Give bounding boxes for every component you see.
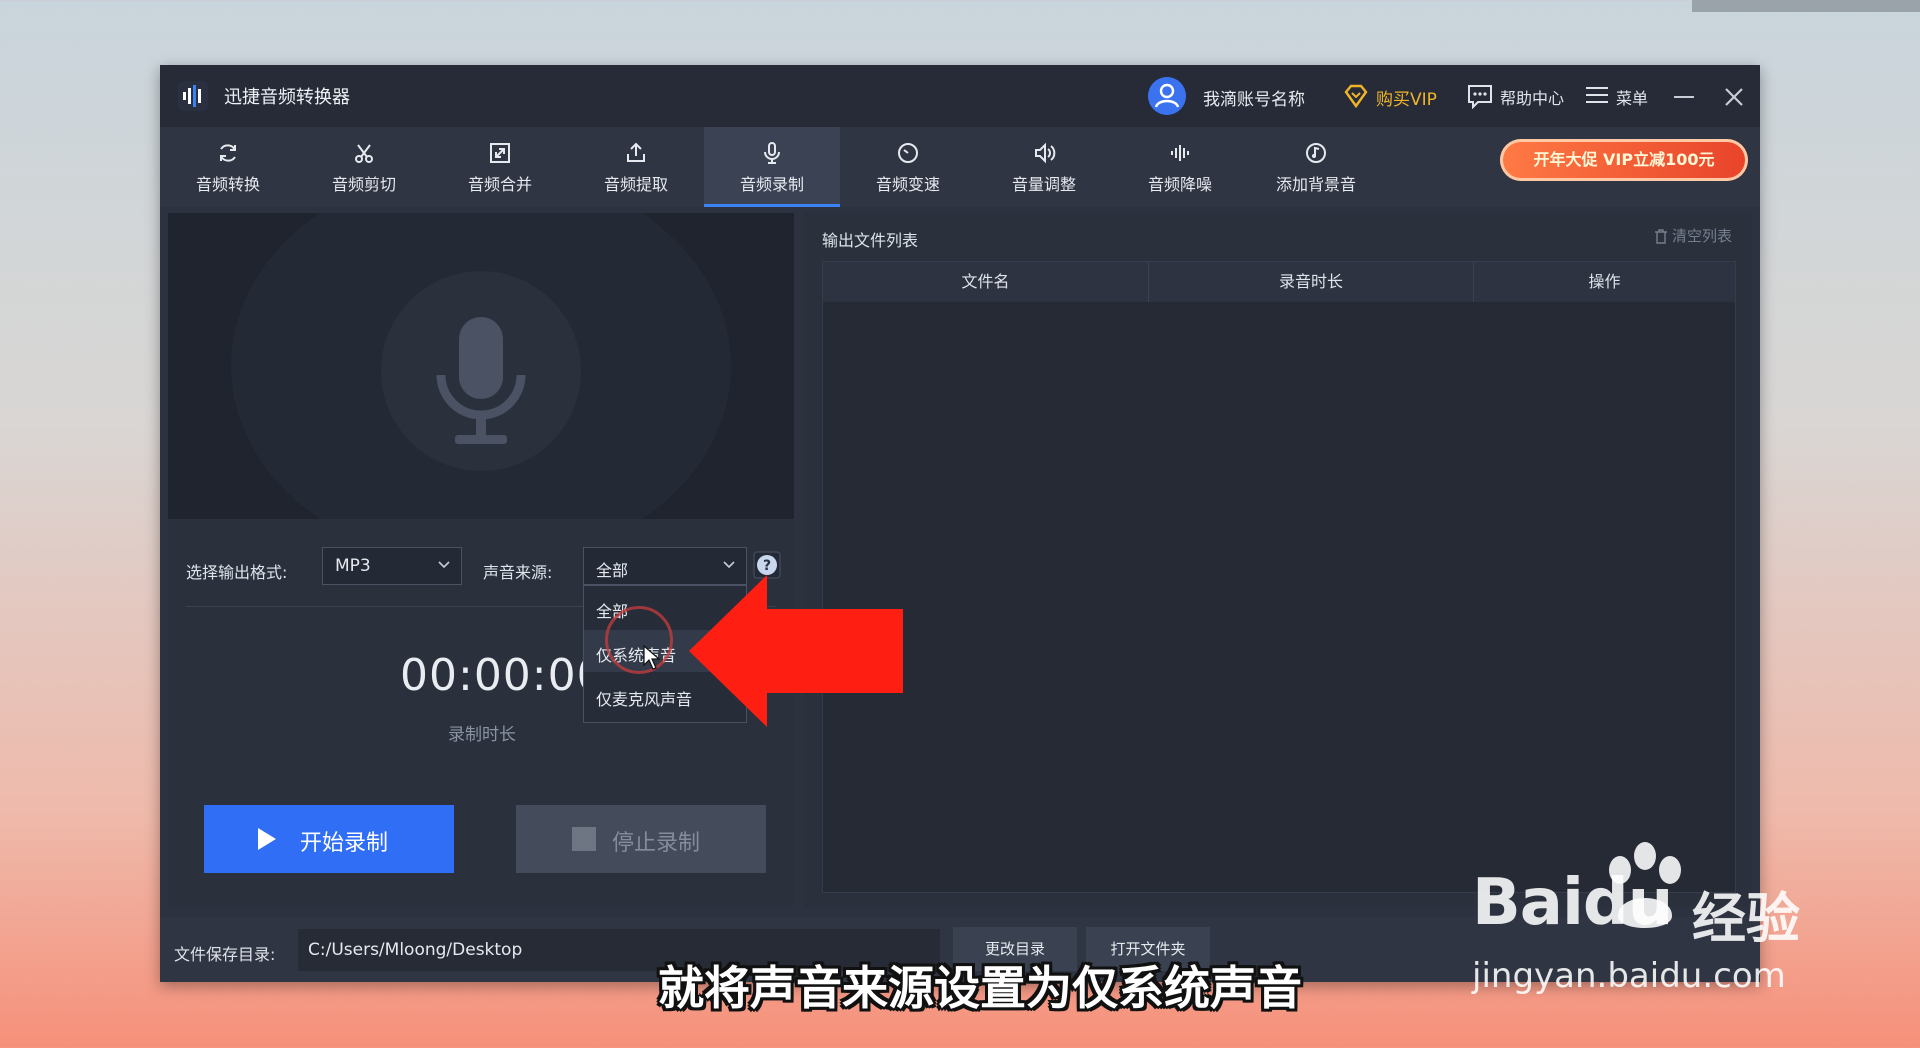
tab-label: 音频提取	[603, 175, 668, 194]
svg-text:?: ?	[763, 558, 771, 574]
menu-icon[interactable]	[1586, 85, 1608, 105]
baidu-watermark: Baidu 经验 jingyan.baidu.com	[1472, 840, 1832, 1016]
tab-audio-record[interactable]: 音频录制	[704, 127, 840, 207]
buy-vip-link[interactable]: 购买VIP	[1376, 85, 1437, 110]
scissors-icon	[355, 144, 373, 163]
output-list-title: 输出文件列表	[822, 231, 919, 250]
tab-label: 音频变速	[875, 175, 940, 194]
tab-label: 音频转换	[195, 175, 260, 194]
tab-label: 音频降噪	[1147, 175, 1212, 194]
close-icon[interactable]	[1720, 83, 1748, 111]
play-icon	[258, 828, 276, 850]
stop-icon	[572, 827, 596, 851]
chevron-down-icon	[723, 561, 735, 569]
promo-banner[interactable]: 开年大促 VIP立减100元	[1500, 139, 1748, 181]
record-timer-label: 录制时长	[448, 725, 516, 745]
tab-label: 音频剪切	[331, 175, 396, 194]
watermark-brand: Baidu	[1472, 866, 1673, 940]
tab-audio-merge[interactable]: 音频合并	[432, 127, 568, 207]
large-microphone-icon	[436, 317, 526, 444]
output-format-value: MP3	[335, 556, 371, 576]
microphone-icon	[764, 142, 780, 164]
option-label: 仅麦克风声音	[596, 690, 693, 709]
title-bar: 迅捷音频转换器 我滴账号名称 购买VIP 帮助中心 菜单	[160, 65, 1760, 127]
tab-volume-adjust[interactable]: 音量调整	[976, 127, 1112, 207]
record-timer: 00:00:00	[400, 650, 606, 701]
start-record-label: 开始录制	[300, 831, 389, 856]
waveform-icon	[1171, 145, 1189, 161]
column-actions: 操作	[1588, 272, 1621, 291]
red-arrow-icon	[689, 575, 903, 727]
help-center-link[interactable]: 帮助中心	[1500, 85, 1564, 109]
output-format-select[interactable]: MP3	[322, 547, 462, 585]
trash-icon	[1654, 229, 1667, 244]
vip-diamond-icon[interactable]	[1342, 82, 1370, 110]
sound-source-value: 全部	[596, 561, 629, 580]
tab-audio-convert[interactable]: 音频转换	[160, 127, 296, 207]
watermark-cn: 经验	[1692, 887, 1800, 950]
chevron-down-icon	[438, 561, 450, 569]
output-panel: 输出文件列表 清空列表 文件名 录音时长 操作	[804, 213, 1752, 907]
start-record-button[interactable]: 开始录制	[204, 805, 454, 873]
tab-label: 音频合并	[467, 175, 532, 194]
tab-audio-extract[interactable]: 音频提取	[568, 127, 704, 207]
mic-visual-area	[168, 213, 794, 519]
output-format-label: 选择输出格式:	[186, 563, 288, 582]
speed-icon	[898, 143, 918, 163]
column-filename: 文件名	[823, 262, 1149, 302]
watermark-url: jingyan.baidu.com	[1472, 956, 1786, 996]
tab-label: 添加背景音	[1275, 175, 1356, 194]
minimize-icon[interactable]	[1670, 83, 1698, 111]
stop-record-label: 停止录制	[612, 831, 701, 856]
user-name[interactable]: 我滴账号名称	[1203, 85, 1305, 110]
mouse-cursor-icon	[643, 645, 661, 670]
clear-list-button[interactable]: 清空列表	[1654, 225, 1732, 246]
stop-record-button[interactable]: 停止录制	[516, 805, 766, 873]
clear-list-label: 清空列表	[1671, 227, 1732, 245]
background-strip	[1692, 0, 1920, 12]
output-file-table: 文件名 录音时长 操作	[822, 261, 1736, 893]
tab-add-bgm[interactable]: 添加背景音	[1248, 127, 1384, 207]
tab-label: 音频录制	[739, 175, 804, 194]
tab-audio-speed[interactable]: 音频变速	[840, 127, 976, 207]
export-icon	[627, 142, 645, 162]
app-logo-icon	[178, 81, 208, 111]
tab-noise-reduce[interactable]: 音频降噪	[1112, 127, 1248, 207]
app-title: 迅捷音频转换器	[224, 87, 350, 108]
function-toolbar: 音频转换 音频剪切 音频合并 音频提取 音频录制 音频变速 音量调整 音频降噪	[160, 127, 1760, 207]
refresh-icon	[220, 144, 236, 162]
tab-label: 音量调整	[1011, 175, 1076, 194]
tab-audio-cut[interactable]: 音频剪切	[296, 127, 432, 207]
help-chat-icon[interactable]	[1466, 83, 1494, 109]
sound-source-label: 声音来源:	[483, 563, 553, 582]
merge-icon	[490, 143, 510, 163]
recorder-panel: 选择输出格式: MP3 声音来源: 全部 ? 00:00:00 录制时长 开始录…	[168, 213, 794, 907]
column-duration: 录音时长	[1149, 262, 1474, 302]
table-header: 文件名 录音时长 操作	[823, 262, 1735, 302]
music-note-icon	[1306, 143, 1326, 163]
click-indicator	[605, 606, 673, 674]
volume-icon	[1035, 142, 1056, 164]
menu-button[interactable]: 菜单	[1616, 85, 1648, 109]
user-avatar-icon[interactable]	[1148, 77, 1186, 115]
